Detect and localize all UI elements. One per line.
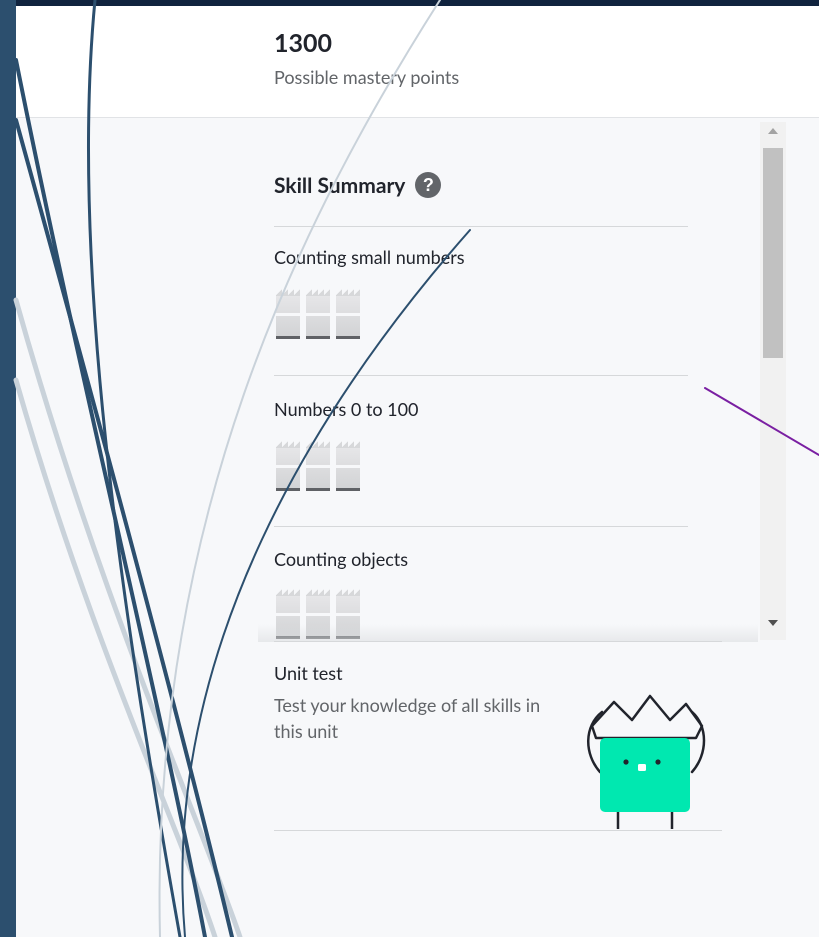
skill-summary-title: Skill Summary: [274, 172, 406, 198]
scroll-up-arrow-icon[interactable]: [768, 128, 778, 134]
question-circle-icon[interactable]: ?: [415, 172, 442, 198]
summary-scrollbar[interactable]: [760, 122, 786, 640]
skill-summary-panel[interactable]: Skill Summary ? Counting small numbers N…: [258, 122, 786, 640]
scroll-down-arrow-icon[interactable]: [768, 620, 778, 626]
mastery-points-value: 1300: [274, 28, 333, 58]
mastery-bars: [276, 288, 360, 342]
mastery-level-icon: [306, 440, 330, 494]
mastery-header: [16, 0, 819, 117]
unit-test-title[interactable]: Unit test: [274, 662, 343, 684]
crowned-cube-character-icon: [587, 694, 706, 829]
mastery-points-label: Possible mastery points: [274, 66, 460, 88]
slide-left-band: [0, 0, 16, 937]
mastery-level-icon: [276, 440, 300, 494]
skill-summary-heading: Skill Summary ?: [274, 172, 442, 198]
divider: [274, 830, 722, 831]
unit-test-description: Test your knowledge of all skills in thi…: [274, 694, 541, 742]
mastery-level-icon: [276, 288, 300, 342]
divider: [274, 375, 688, 376]
skill-name[interactable]: Counting small numbers: [274, 246, 465, 268]
mastery-bars: [276, 440, 360, 494]
divider: [274, 526, 688, 527]
scrollbar-thumb[interactable]: [763, 148, 783, 358]
divider: [274, 226, 688, 227]
divider: [274, 641, 722, 642]
mastery-level-icon: [336, 440, 360, 494]
scroll-fade: [258, 624, 758, 642]
skill-name[interactable]: Counting objects: [274, 548, 408, 570]
mastery-level-icon: [306, 288, 330, 342]
mastery-level-icon: [336, 288, 360, 342]
skill-name[interactable]: Numbers 0 to 100: [274, 398, 419, 420]
